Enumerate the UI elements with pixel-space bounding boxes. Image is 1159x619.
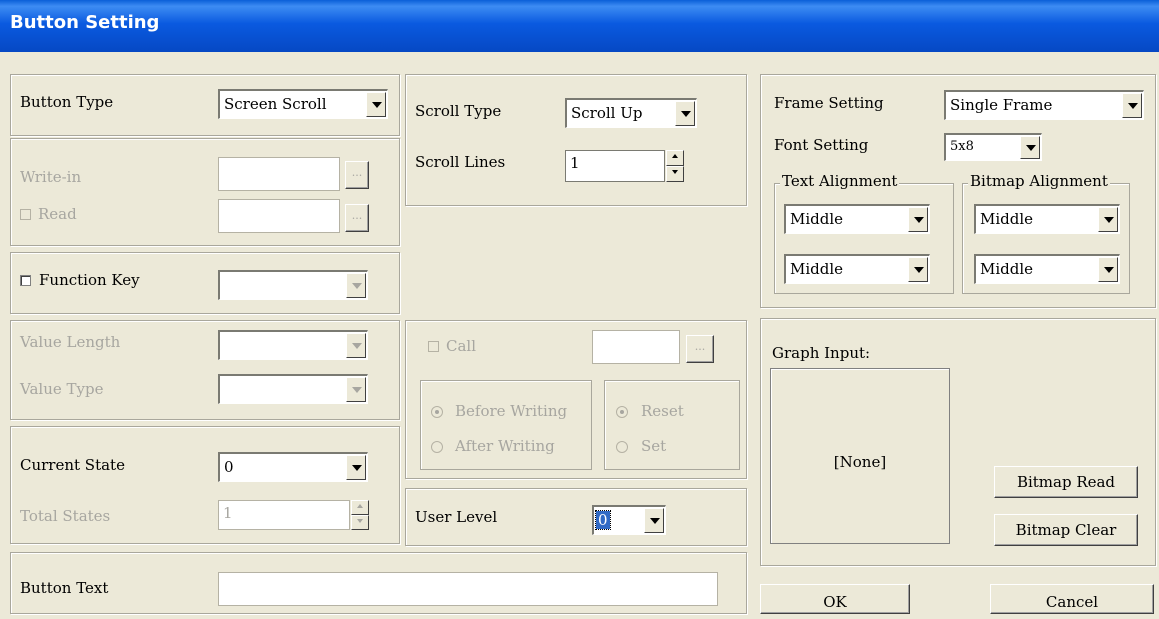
set-label: Set <box>641 437 667 455</box>
graph-preview-box: [None] <box>770 368 950 544</box>
spin-up-icon[interactable] <box>666 150 684 166</box>
bitmap-alignment-horizontal-select[interactable]: Middle <box>974 204 1120 234</box>
call-label: Call <box>446 337 477 355</box>
call-browse-button: ... <box>686 335 714 363</box>
scroll-type-select[interactable]: Scroll Up <box>565 98 697 128</box>
call-checkbox <box>428 341 439 352</box>
chevron-down-icon[interactable] <box>908 207 928 232</box>
text-alignment-legend: Text Alignment <box>780 172 900 190</box>
chevron-down-icon[interactable] <box>1098 207 1118 232</box>
value-type-select <box>218 374 368 404</box>
spin-down-icon <box>351 515 369 530</box>
spin-up-icon <box>351 500 369 515</box>
after-writing-radio <box>431 441 443 453</box>
chevron-down-icon <box>346 333 366 358</box>
write-read-panel <box>10 138 400 246</box>
value-length-label: Value Length <box>20 333 121 351</box>
scroll-type-label: Scroll Type <box>415 102 502 120</box>
write-in-field <box>218 157 340 191</box>
window-title: Button Setting <box>10 12 160 33</box>
text-alignment-horizontal-select[interactable]: Middle <box>784 204 930 234</box>
frame-setting-value: Single Frame <box>950 96 1053 114</box>
current-state-label: Current State <box>20 456 125 474</box>
read-browse-button: ... <box>345 204 369 232</box>
user-level-select[interactable]: 0 <box>592 505 666 535</box>
text-alignment-horizontal-value: Middle <box>790 210 844 228</box>
frame-setting-select[interactable]: Single Frame <box>944 90 1144 120</box>
spin-down-icon[interactable] <box>666 166 684 182</box>
bitmap-alignment-vertical-value: Middle <box>980 260 1034 278</box>
total-states-value: 1 <box>223 504 233 522</box>
call-field <box>592 330 680 364</box>
text-alignment-vertical-select[interactable]: Middle <box>784 254 930 284</box>
before-writing-radio <box>431 406 443 418</box>
current-state-value: 0 <box>224 458 234 476</box>
reset-set-group <box>604 380 740 470</box>
chevron-down-icon[interactable] <box>675 101 695 126</box>
scroll-lines-value: 1 <box>570 154 580 172</box>
scroll-lines-input[interactable]: 1 <box>565 150 665 182</box>
cancel-button[interactable]: Cancel <box>990 584 1154 614</box>
graph-input-label: Graph Input: <box>772 344 871 362</box>
bitmap-alignment-vertical-select[interactable]: Middle <box>974 254 1120 284</box>
writing-group <box>420 380 592 470</box>
font-setting-value: 5x8 <box>950 139 974 154</box>
reset-label: Reset <box>641 402 684 420</box>
frame-setting-label: Frame Setting <box>774 94 884 112</box>
chevron-down-icon <box>346 273 366 298</box>
write-in-label: Write-in <box>20 168 82 186</box>
button-type-value: Screen Scroll <box>224 95 327 113</box>
read-checkbox <box>20 209 31 220</box>
chevron-down-icon[interactable] <box>908 257 928 282</box>
current-state-select[interactable]: 0 <box>218 452 368 482</box>
chevron-down-icon[interactable] <box>644 508 664 533</box>
bitmap-clear-button[interactable]: Bitmap Clear <box>994 514 1138 546</box>
button-text-label: Button Text <box>20 579 109 597</box>
button-type-label: Button Type <box>20 93 114 111</box>
write-in-browse-button: ... <box>345 161 369 189</box>
chevron-down-icon[interactable] <box>346 455 366 480</box>
font-setting-select[interactable]: 5x8 <box>944 133 1042 161</box>
chevron-down-icon[interactable] <box>1020 136 1040 159</box>
total-states-spinner <box>351 500 369 530</box>
font-setting-label: Font Setting <box>774 136 869 154</box>
scroll-panel <box>405 74 747 206</box>
text-alignment-vertical-value: Middle <box>790 260 844 278</box>
bitmap-read-button[interactable]: Bitmap Read <box>994 466 1138 498</box>
scroll-lines-spinner[interactable] <box>666 150 684 182</box>
reset-radio <box>616 406 628 418</box>
after-writing-label: After Writing <box>455 437 555 455</box>
function-key-select <box>218 270 368 300</box>
user-level-value: 0 <box>595 510 611 530</box>
chevron-down-icon[interactable] <box>1122 93 1142 118</box>
scroll-lines-label: Scroll Lines <box>415 153 506 171</box>
scroll-type-value: Scroll Up <box>571 104 643 122</box>
ok-button[interactable]: OK <box>760 584 910 614</box>
set-radio <box>616 441 628 453</box>
title-bar[interactable]: Button Setting <box>0 0 1159 52</box>
chevron-down-icon[interactable] <box>366 92 386 117</box>
user-level-label: User Level <box>415 508 498 526</box>
button-type-select[interactable]: Screen Scroll <box>218 89 388 119</box>
function-key-checkbox[interactable] <box>20 275 31 286</box>
bitmap-alignment-horizontal-value: Middle <box>980 210 1034 228</box>
before-writing-label: Before Writing <box>455 402 568 420</box>
chevron-down-icon[interactable] <box>1098 257 1118 282</box>
graph-preview-text: [None] <box>833 453 887 471</box>
value-type-label: Value Type <box>20 380 104 398</box>
chevron-down-icon <box>346 377 366 402</box>
function-key-label[interactable]: Function Key <box>39 271 140 289</box>
bitmap-alignment-legend: Bitmap Alignment <box>968 172 1110 190</box>
button-text-input[interactable] <box>218 572 718 606</box>
total-states-label: Total States <box>20 507 111 525</box>
value-length-select <box>218 330 368 360</box>
read-label: Read <box>38 205 77 223</box>
read-field <box>218 199 340 233</box>
total-states-field: 1 <box>218 500 350 530</box>
